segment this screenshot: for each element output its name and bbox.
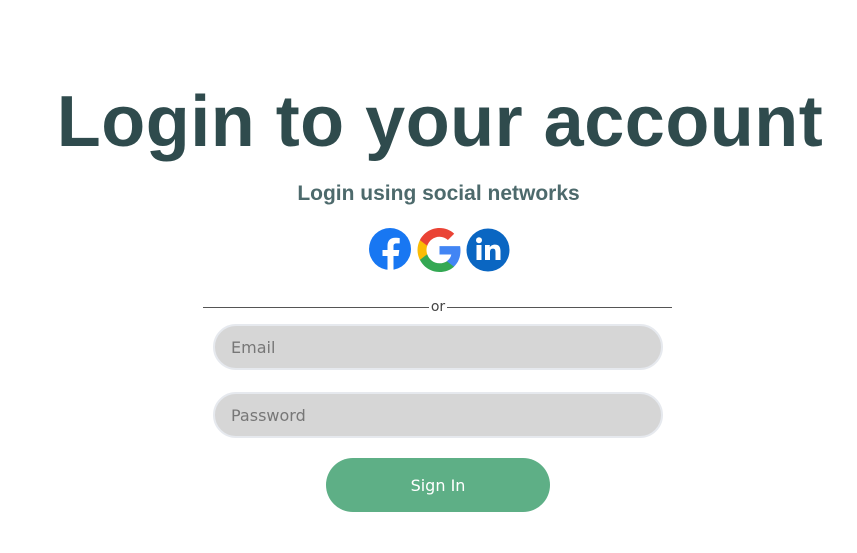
divider-line-right	[447, 307, 672, 308]
linkedin-icon	[466, 228, 510, 272]
facebook-login-button[interactable]	[368, 227, 413, 273]
login-page: Login to your account Login using social…	[0, 0, 857, 553]
linkedin-login-button[interactable]	[466, 227, 511, 273]
divider-or-text: or	[430, 299, 446, 315]
facebook-icon	[369, 228, 411, 271]
or-divider: or	[203, 298, 672, 316]
divider-line-left	[203, 307, 429, 308]
google-icon	[417, 228, 461, 272]
google-login-button[interactable]	[417, 227, 462, 273]
social-login-subtitle: Login using social networks	[297, 182, 580, 205]
sign-in-button[interactable]: Sign In	[326, 458, 550, 512]
password-field[interactable]	[213, 392, 663, 438]
email-field[interactable]	[213, 324, 663, 370]
page-title: Login to your account	[56, 82, 824, 162]
social-login-buttons	[368, 227, 511, 273]
